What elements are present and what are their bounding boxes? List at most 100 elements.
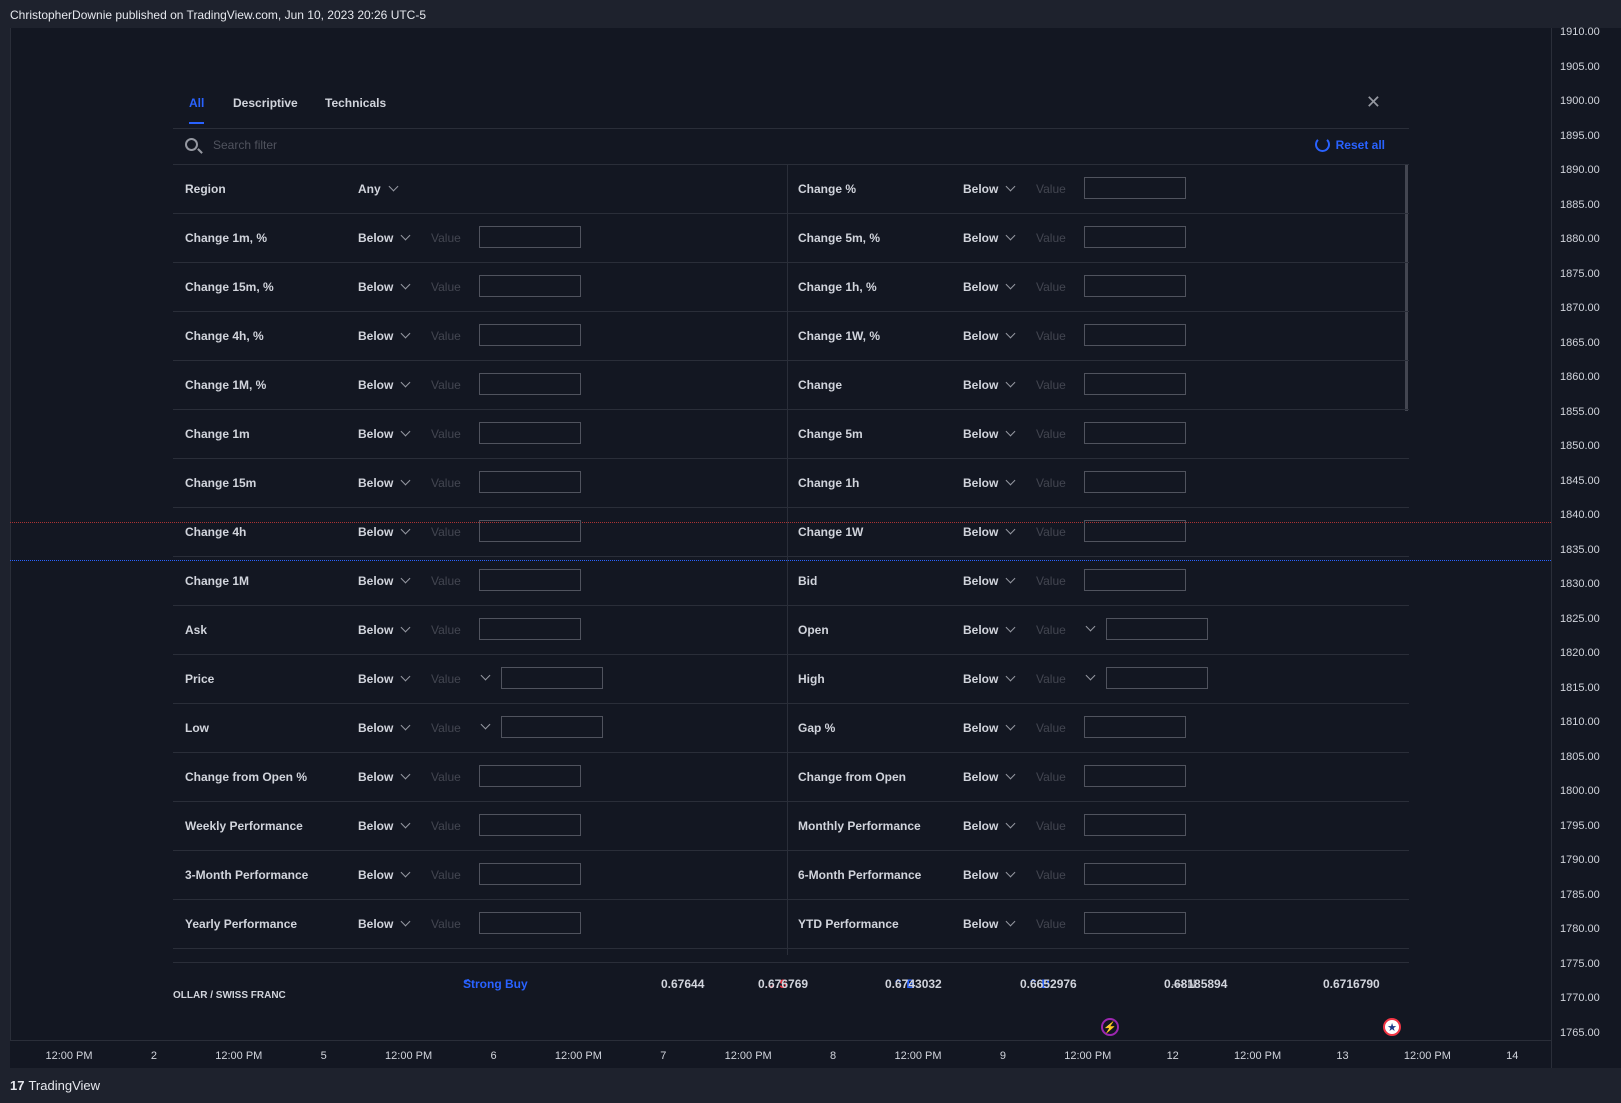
condition-select[interactable]: Below bbox=[358, 377, 411, 392]
value-input[interactable] bbox=[1106, 667, 1208, 689]
condition-select[interactable]: Below bbox=[358, 867, 411, 882]
filter-cell: Change 1M Below Value bbox=[173, 557, 787, 605]
value-input[interactable] bbox=[1084, 765, 1186, 787]
condition-select[interactable]: Below bbox=[963, 279, 1016, 294]
value-input[interactable] bbox=[479, 471, 581, 493]
condition-select[interactable]: Below bbox=[358, 818, 411, 833]
condition-select[interactable]: Below bbox=[963, 328, 1016, 343]
condition-select[interactable]: Below bbox=[963, 867, 1016, 882]
price-tick: 1885.00 bbox=[1560, 198, 1600, 211]
value-input[interactable] bbox=[479, 422, 581, 444]
value-input[interactable] bbox=[1084, 912, 1186, 934]
value-input[interactable] bbox=[479, 569, 581, 591]
condition-select[interactable]: Below bbox=[358, 279, 411, 294]
value-input[interactable] bbox=[479, 814, 581, 836]
condition-select[interactable]: Below bbox=[963, 671, 1016, 686]
close-icon[interactable]: ✕ bbox=[1366, 92, 1381, 113]
ticker-value: 0.6652976 ⌃ B bbox=[1020, 977, 1077, 991]
tab-all[interactable]: All bbox=[189, 96, 205, 124]
value-type-dropdown[interactable] bbox=[1078, 621, 1096, 636]
condition-select[interactable]: Below bbox=[358, 671, 411, 686]
price-tick: 1815.00 bbox=[1560, 681, 1600, 694]
search-bar: Reset all bbox=[173, 129, 1409, 165]
brand-name: TradingView bbox=[28, 1078, 101, 1093]
price-tick: 1860.00 bbox=[1560, 371, 1600, 383]
price-tick: 1825.00 bbox=[1560, 612, 1600, 625]
condition-select[interactable]: Below bbox=[963, 475, 1016, 490]
region-value: Any bbox=[358, 182, 381, 196]
condition-select[interactable]: Below bbox=[358, 622, 411, 637]
value-input[interactable] bbox=[501, 716, 603, 738]
condition-select[interactable]: Below bbox=[358, 328, 411, 343]
condition-select[interactable]: Below bbox=[963, 916, 1016, 931]
lightning-icon[interactable]: ⚡ bbox=[1101, 1018, 1119, 1036]
filter-cell: Region Any bbox=[173, 165, 787, 213]
value-input[interactable] bbox=[1084, 373, 1186, 395]
condition-select[interactable]: Below bbox=[963, 769, 1016, 784]
value-input[interactable] bbox=[1084, 177, 1186, 199]
value-input[interactable] bbox=[479, 226, 581, 248]
value-input[interactable] bbox=[479, 765, 581, 787]
value-input[interactable] bbox=[479, 863, 581, 885]
value-input[interactable] bbox=[1084, 814, 1186, 836]
condition-value: Below bbox=[963, 329, 999, 343]
condition-select[interactable]: Below bbox=[963, 377, 1016, 392]
condition-select[interactable]: Below bbox=[963, 524, 1016, 539]
reset-all-button[interactable]: Reset all bbox=[1314, 137, 1385, 152]
condition-select[interactable]: Below bbox=[358, 769, 411, 784]
value-type-dropdown[interactable] bbox=[1078, 670, 1096, 685]
condition-select[interactable]: Below bbox=[963, 622, 1016, 637]
condition-select[interactable]: Below bbox=[963, 818, 1016, 833]
value-input[interactable] bbox=[479, 373, 581, 395]
value-input[interactable] bbox=[479, 520, 581, 542]
us-flag-icon[interactable]: ★ bbox=[1383, 1018, 1401, 1036]
condition-select[interactable]: Below bbox=[358, 916, 411, 931]
filter-label: High bbox=[798, 672, 825, 686]
value-input[interactable] bbox=[1106, 618, 1208, 640]
condition-select[interactable]: Below bbox=[963, 426, 1016, 441]
condition-select[interactable]: Below bbox=[963, 181, 1016, 196]
price-axis[interactable]: 1910.00 1905.00 1900.00 1895.00 1890.00 1885.… bbox=[1551, 26, 1621, 1068]
condition-select[interactable]: Below bbox=[358, 573, 411, 588]
value-input[interactable] bbox=[1084, 569, 1186, 591]
value-input[interactable] bbox=[1084, 422, 1186, 444]
filter-row: Change 4h Below Value Change 1W Below Value bbox=[173, 508, 1409, 557]
value-type-dropdown[interactable] bbox=[473, 670, 491, 685]
search-input[interactable] bbox=[211, 137, 815, 153]
value-input[interactable] bbox=[501, 667, 603, 689]
value-input[interactable] bbox=[1084, 520, 1186, 542]
value-input[interactable] bbox=[1084, 863, 1186, 885]
condition-select[interactable]: Below bbox=[358, 720, 411, 735]
tab-descriptive[interactable]: Descriptive bbox=[233, 96, 298, 110]
value-input[interactable] bbox=[1084, 471, 1186, 493]
condition-value: Below bbox=[358, 721, 394, 735]
tradingview-logo[interactable]: 17 TradingView bbox=[10, 1078, 100, 1093]
region-select[interactable]: Any bbox=[358, 181, 399, 196]
condition-select[interactable]: Below bbox=[358, 524, 411, 539]
filter-label: Ask bbox=[185, 623, 208, 637]
filter-label: Change from Open % bbox=[185, 770, 308, 784]
value-input[interactable] bbox=[1084, 226, 1186, 248]
value-input[interactable] bbox=[479, 324, 581, 346]
condition-select[interactable]: Below bbox=[358, 230, 411, 245]
condition-value: Below bbox=[358, 672, 394, 686]
condition-select[interactable]: Below bbox=[358, 475, 411, 490]
condition-select[interactable]: Below bbox=[358, 426, 411, 441]
value-input[interactable] bbox=[479, 275, 581, 297]
value-input[interactable] bbox=[1084, 275, 1186, 297]
condition-select[interactable]: Below bbox=[963, 230, 1016, 245]
tab-technicals[interactable]: Technicals bbox=[325, 96, 386, 110]
chevron-down-icon bbox=[1005, 230, 1016, 241]
value-input[interactable] bbox=[479, 618, 581, 640]
value-input[interactable] bbox=[1084, 716, 1186, 738]
value-type-dropdown[interactable] bbox=[473, 719, 491, 734]
value-input[interactable] bbox=[479, 912, 581, 934]
ticker-row[interactable]: OLLAR / SWISS FRANC ⌃ Strong Buy 0.67644… bbox=[173, 962, 1409, 1003]
condition-select[interactable]: Below bbox=[963, 573, 1016, 588]
condition-select[interactable]: Below bbox=[963, 720, 1016, 735]
ticker-symbol: OLLAR / SWISS FRANC bbox=[173, 990, 286, 1001]
filter-cell: 3-Month Performance Below Value bbox=[173, 851, 787, 899]
filter-cell: YTD Performance Below Value bbox=[788, 900, 1402, 948]
value-input[interactable] bbox=[1084, 324, 1186, 346]
filter-cell: Change % Below Value bbox=[788, 165, 1402, 213]
